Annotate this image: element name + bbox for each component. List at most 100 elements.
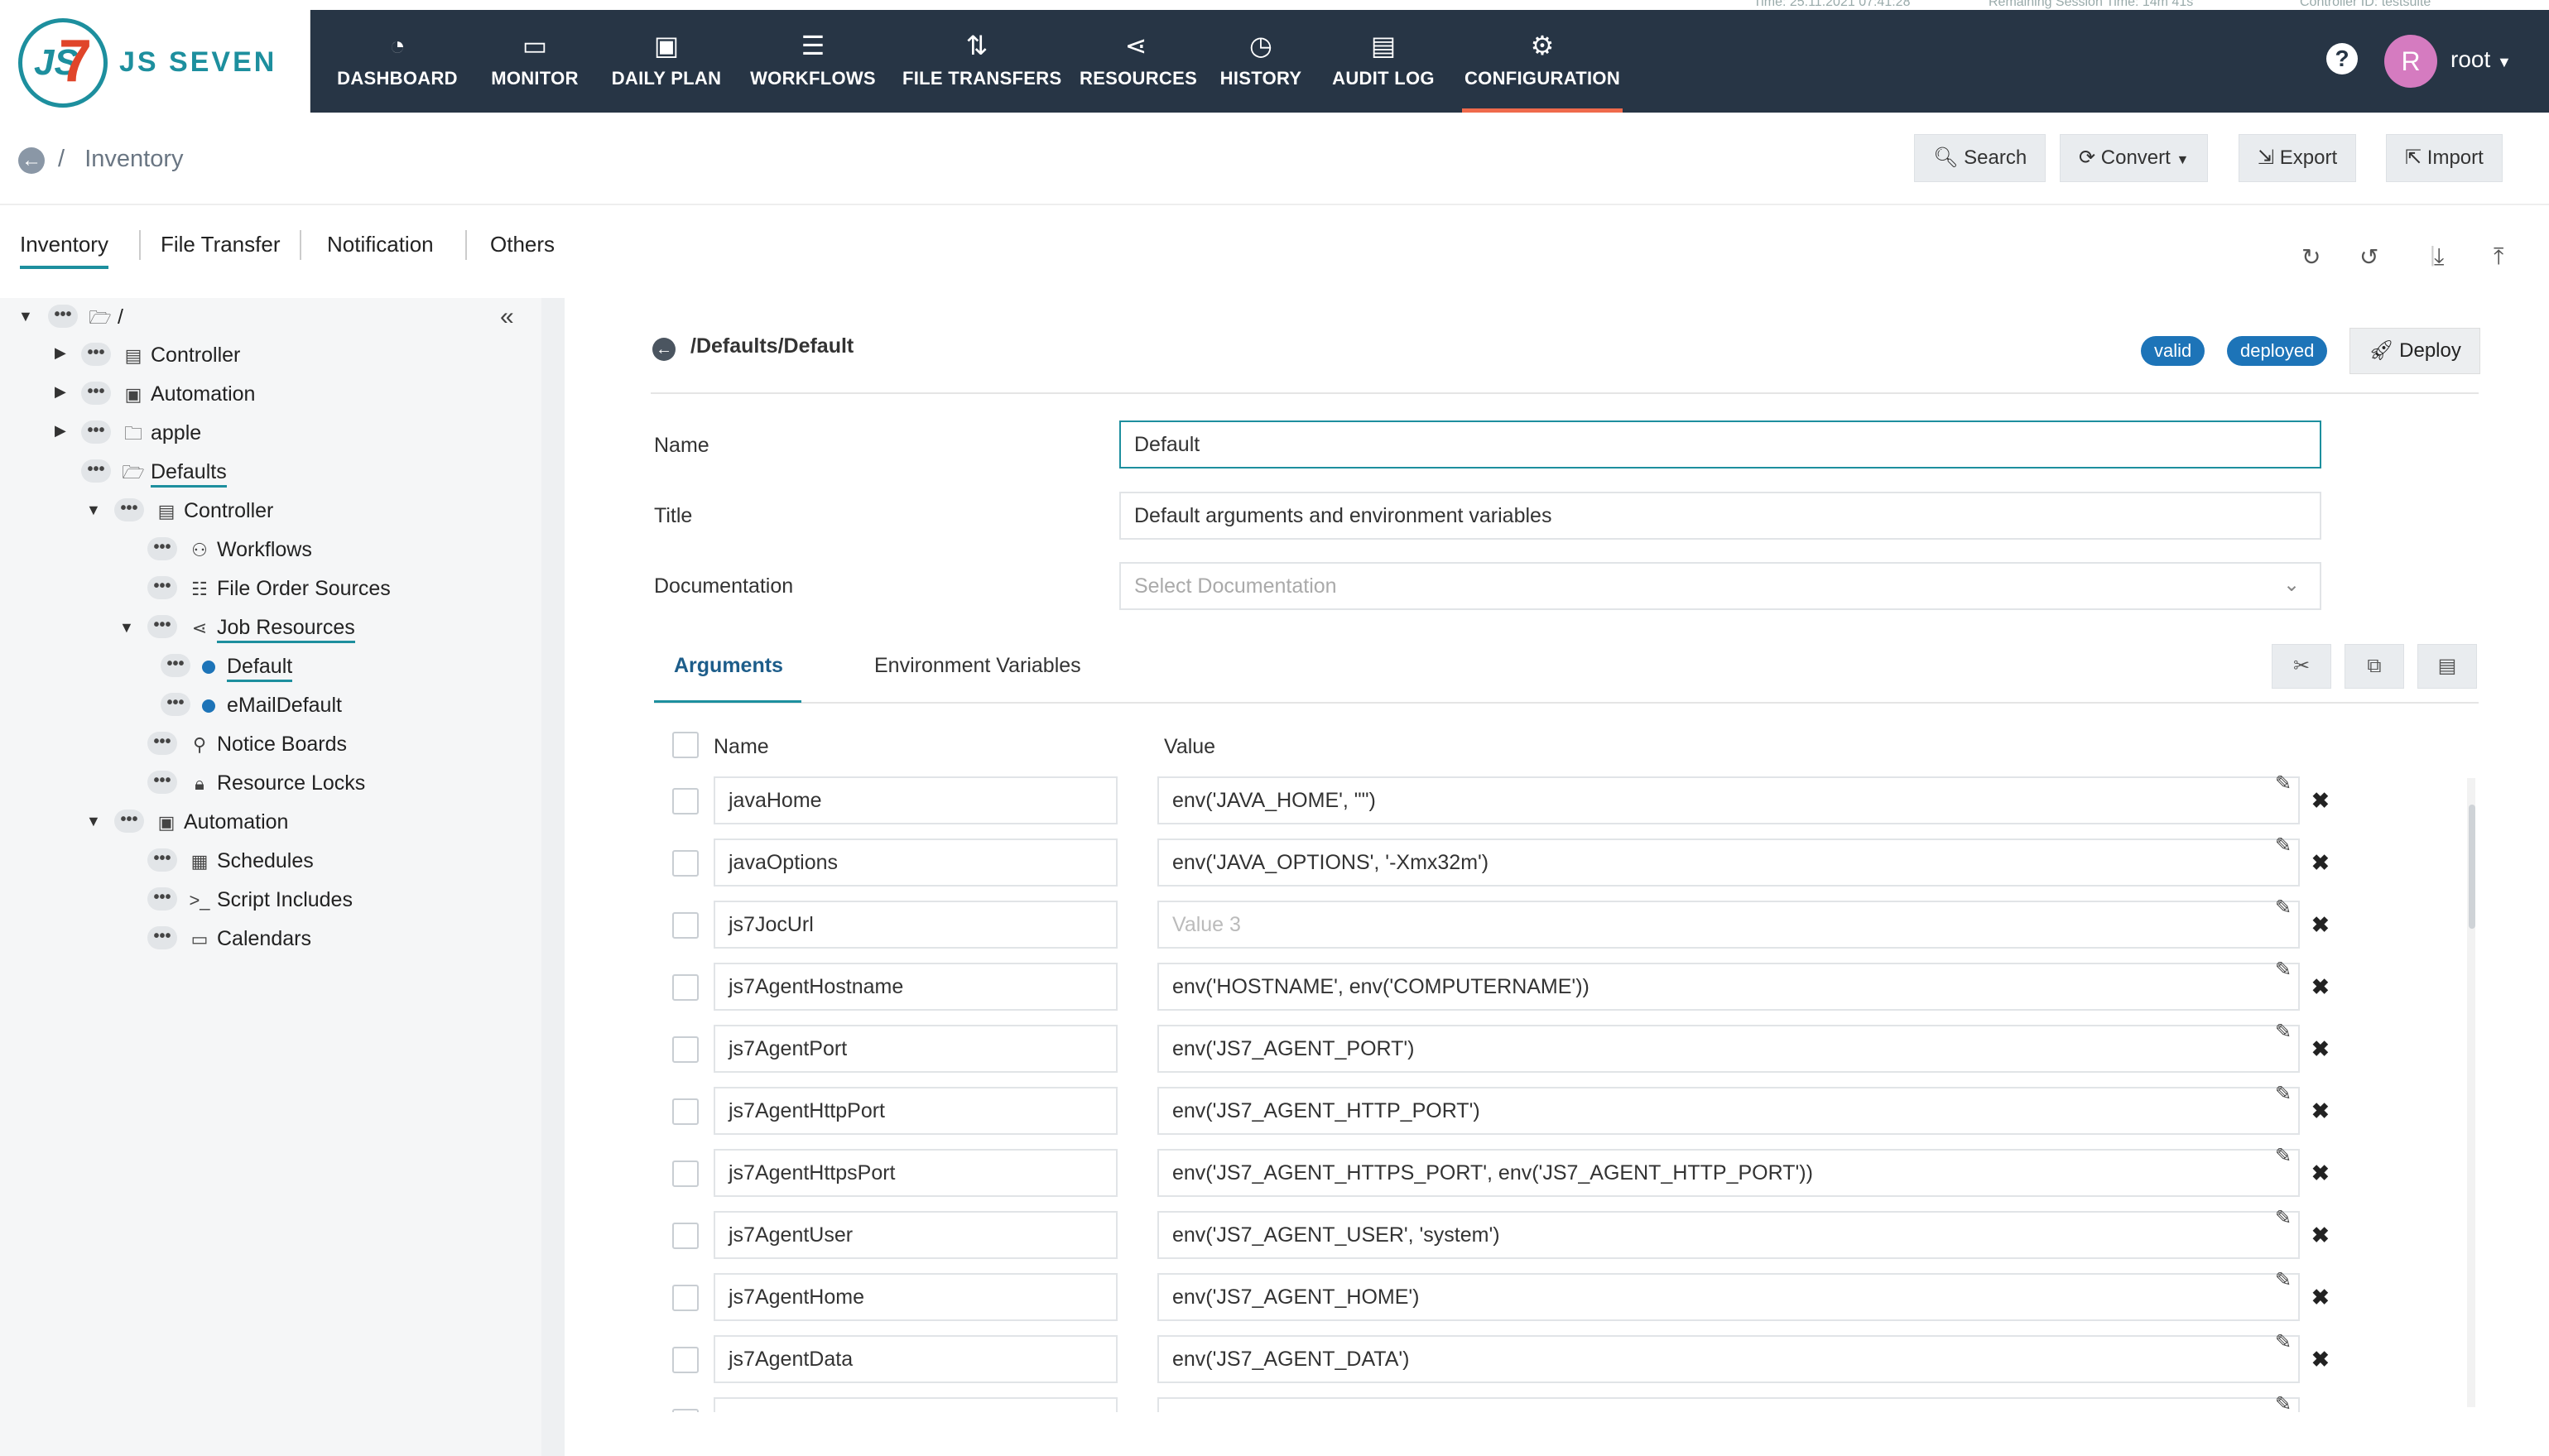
nav-workflows[interactable]: ☰ WORKFLOWS: [750, 10, 876, 113]
tree-item-resource-locks[interactable]: 🔒︎ Resource Locks: [187, 764, 365, 802]
tree-menu-dots[interactable]: •••: [147, 887, 177, 911]
expanded-triangle-icon[interactable]: ▼: [86, 813, 101, 830]
nav-monitor[interactable]: ▭ MONITOR: [485, 10, 584, 113]
nav-daily-plan[interactable]: ▣ DAILY PLAN: [608, 10, 725, 113]
edit-icon[interactable]: ✎: [2275, 1020, 2292, 1044]
tree-item-calendars[interactable]: ▭ Calendars: [187, 920, 311, 958]
tree-menu-dots[interactable]: •••: [147, 732, 177, 755]
tree-item-defaults-automation[interactable]: ▣ Automation: [154, 803, 289, 841]
argument-name-input[interactable]: js7AgentHostname: [714, 963, 1118, 1011]
nav-configuration[interactable]: ⚙ CONFIGURATION: [1462, 10, 1623, 113]
edit-icon[interactable]: ✎: [2275, 1082, 2292, 1106]
cut-button[interactable]: ✂: [2272, 644, 2331, 689]
tree-menu-dots[interactable]: •••: [147, 576, 177, 599]
user-menu[interactable]: root ▼: [2450, 46, 2512, 73]
argument-value-input[interactable]: env('JS7_AGENT_HTTP_PORT'): [1157, 1087, 2300, 1135]
tree-menu-dots[interactable]: •••: [114, 498, 144, 521]
row-checkbox[interactable]: [672, 974, 699, 1001]
panel-resizer[interactable]: [541, 298, 565, 1456]
edit-icon[interactable]: ✎: [2275, 1206, 2292, 1230]
argument-name-input[interactable]: js7AgentUser: [714, 1211, 1118, 1259]
row-checkbox[interactable]: [672, 1036, 699, 1063]
download-icon[interactable]: ⤓: [2434, 243, 2444, 271]
row-checkbox[interactable]: [672, 850, 699, 877]
delete-icon[interactable]: ✖: [2311, 1285, 2330, 1310]
delete-icon[interactable]: ✖: [2311, 1036, 2330, 1062]
argument-name-input[interactable]: javaOptions: [714, 839, 1118, 887]
tree-item-workflows[interactable]: ⚇ Workflows: [187, 531, 312, 569]
tree-menu-dots[interactable]: •••: [81, 420, 111, 444]
tree-menu-dots[interactable]: •••: [147, 848, 177, 872]
delete-icon[interactable]: ✖: [2311, 788, 2330, 814]
delete-icon[interactable]: ✖: [2311, 850, 2330, 876]
argument-value-input[interactable]: env('JS7_AGENT_PORT'): [1157, 1025, 2300, 1073]
back-icon[interactable]: ←: [18, 147, 45, 174]
tree-menu-dots[interactable]: •••: [114, 810, 144, 833]
upload-icon[interactable]: ⤒: [2494, 243, 2503, 271]
row-checkbox[interactable]: [672, 1160, 699, 1187]
delete-icon[interactable]: ✖: [2311, 974, 2330, 1000]
edit-icon[interactable]: ✎: [2275, 771, 2292, 795]
tree-item-emaildefault[interactable]: eMailDefault: [202, 686, 342, 724]
collapse-panel-icon[interactable]: «: [500, 303, 514, 331]
tree-item-apple[interactable]: 🗀 apple: [121, 414, 201, 452]
tab-file-transfer[interactable]: File Transfer: [161, 232, 281, 257]
expanded-triangle-icon[interactable]: ▼: [86, 502, 101, 519]
argument-value-input[interactable]: env('JAVA_OPTIONS', '-Xmx32m'): [1157, 839, 2300, 887]
edit-icon[interactable]: ✎: [2275, 1268, 2292, 1292]
tree-item-defaults[interactable]: 🗁 Defaults: [121, 453, 227, 491]
tree-item-defaults-controller[interactable]: ▤ Controller: [154, 492, 274, 530]
collapsed-triangle-icon[interactable]: ▶: [55, 344, 66, 362]
argument-value-input[interactable]: env('JS7_AGENT_DATA'): [1157, 1335, 2300, 1383]
edit-icon[interactable]: ✎: [2275, 1330, 2292, 1354]
import-button[interactable]: ⇱ Import: [2386, 134, 2503, 182]
nav-file-transfers[interactable]: ⇅ FILE TRANSFERS: [902, 10, 1061, 113]
js7-logo[interactable]: JS 7 JS SEVEN: [0, 10, 310, 113]
copy-button[interactable]: ⧉: [2345, 644, 2404, 689]
tree-menu-dots[interactable]: •••: [48, 305, 78, 328]
deploy-button[interactable]: 🚀︎ Deploy: [2349, 328, 2480, 374]
edit-icon[interactable]: ✎: [2275, 1144, 2292, 1168]
tree-item-notice-boards[interactable]: ⚲ Notice Boards: [187, 725, 347, 763]
argument-name-input[interactable]: js7AgentHome: [714, 1273, 1118, 1321]
tree-item-automation[interactable]: ▣ Automation: [121, 375, 256, 413]
reset-icon[interactable]: ↺: [2359, 243, 2378, 271]
row-checkbox[interactable]: [672, 788, 699, 814]
argument-name-input[interactable]: javaHome: [714, 776, 1118, 824]
tree-menu-dots[interactable]: •••: [161, 654, 190, 677]
back-icon[interactable]: ←: [652, 338, 676, 361]
delete-icon[interactable]: ✖: [2311, 1160, 2330, 1186]
argument-name-input[interactable]: js7AgentHttpPort: [714, 1087, 1118, 1135]
tree-root[interactable]: 🗁 /: [88, 298, 123, 336]
nav-audit-log[interactable]: ▤ AUDIT LOG: [1330, 10, 1437, 113]
delete-icon[interactable]: ✖: [2311, 1347, 2330, 1372]
nav-dashboard[interactable]: ◔ DASHBOARD: [334, 10, 460, 113]
expanded-triangle-icon[interactable]: ▼: [18, 308, 33, 325]
tree-item-job-resources[interactable]: ⋖ Job Resources: [187, 608, 355, 646]
collapsed-triangle-icon[interactable]: ▶: [55, 383, 66, 401]
reload-icon[interactable]: ↻: [2301, 243, 2321, 271]
tab-environment-variables[interactable]: Environment Variables: [874, 654, 1081, 678]
tree-menu-dots[interactable]: •••: [147, 537, 177, 560]
tab-inventory[interactable]: Inventory: [20, 232, 108, 269]
tree-menu-dots[interactable]: •••: [81, 382, 111, 405]
tree-menu-dots[interactable]: •••: [81, 459, 111, 483]
tree-item-default[interactable]: Default: [202, 647, 293, 685]
tab-notification[interactable]: Notification: [327, 232, 434, 257]
scrollbar-thumb[interactable]: [2469, 805, 2475, 929]
argument-value-input[interactable]: env('JAVA_HOME', ""): [1157, 776, 2300, 824]
search-button[interactable]: 🔍︎ Search: [1914, 134, 2046, 182]
argument-name-input[interactable]: js7AgentHttpsPort: [714, 1149, 1118, 1197]
edit-icon[interactable]: ✎: [2275, 958, 2292, 982]
collapsed-triangle-icon[interactable]: ▶: [55, 422, 66, 440]
help-icon[interactable]: ?: [2326, 43, 2358, 74]
tree-item-script-includes[interactable]: >_ Script Includes: [187, 881, 353, 919]
export-button[interactable]: ⇲ Export: [2239, 134, 2357, 182]
argument-name-input[interactable]: js7AgentPort: [714, 1025, 1118, 1073]
argument-value-input[interactable]: Value 3: [1157, 901, 2300, 949]
delete-icon[interactable]: ✖: [2311, 1223, 2330, 1248]
argument-value-input[interactable]: env('HOSTNAME', env('COMPUTERNAME')): [1157, 963, 2300, 1011]
nav-history[interactable]: ◷ HISTORY: [1217, 10, 1305, 113]
tree-menu-dots[interactable]: •••: [147, 926, 177, 949]
tree-item-file-order-sources[interactable]: ☷ File Order Sources: [187, 569, 391, 608]
